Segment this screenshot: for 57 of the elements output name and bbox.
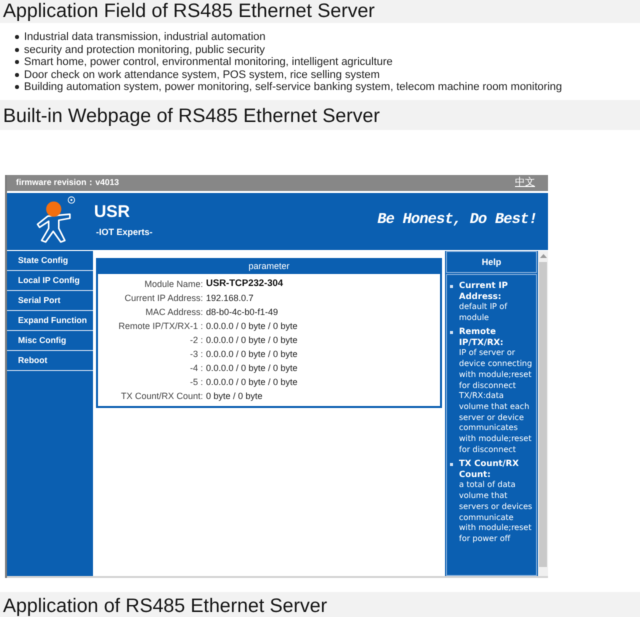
menu-item[interactable]: Reboot — [7, 351, 93, 371]
menu-item[interactable]: State Config — [7, 251, 93, 271]
scrollbar[interactable] — [538, 251, 548, 576]
list-item: Door check on work attendance system, POS system, rice selling system — [24, 68, 380, 81]
field-value: USR-TCP232-304 — [206, 277, 284, 291]
field-label: -5 : — [188, 376, 203, 389]
language-link[interactable]: 中文 — [515, 177, 535, 189]
bullet-icon — [15, 85, 19, 90]
bullet-icon — [15, 60, 19, 64]
figure-logo-icon — [36, 196, 76, 243]
menu-item[interactable]: Local IP Config — [7, 271, 93, 291]
section-heading: Application Field of RS485 Ethernet Server — [3, 0, 375, 22]
field-value: d8-b0-4c-b0-f1-49 — [206, 306, 280, 319]
brand-name: USR — [94, 202, 130, 222]
help-text: IP of server or device connecting with module;reset for disconnect TX/RX:data volume that each server or device communicates with module;reset for disconnect — [459, 348, 533, 456]
section-heading: Application of RS485 Ethernet Server — [3, 595, 328, 617]
field-value: 0.0.0.0 / 0 byte / 0 byte — [206, 376, 298, 389]
section-heading: Built-in Webpage of RS485 Ethernet Server — [3, 105, 380, 127]
help-term: Current IP Address: — [459, 281, 509, 302]
scrollbar-thumb[interactable] — [539, 262, 547, 567]
bullet-icon — [15, 48, 19, 52]
field-label: Module Name: — [143, 278, 203, 291]
field-label: -3 : — [188, 348, 203, 361]
panel-header: parameter — [98, 260, 440, 274]
menu-item[interactable]: Misc Config — [7, 331, 93, 351]
list-item: Building automation system, power monitoring, self-service banking system, telecom machine room monitoring — [24, 81, 562, 94]
brand-tagline: -IOT Experts- — [96, 227, 153, 237]
field-value: 0.0.0.0 / 0 byte / 0 byte — [206, 334, 298, 347]
list-item: Smart home, power control, environmental monitoring, intelligent agriculture — [24, 56, 393, 68]
firmware-version: firmware revision：v4013 — [16, 177, 120, 189]
list-item: Industrial data transmission, industrial automation — [24, 31, 266, 44]
field-value: 0.0.0.0 / 0 byte / 0 byte — [206, 320, 298, 333]
field-label: Remote IP/TX/RX-1 : — [117, 320, 203, 333]
field-label: MAC Address: — [144, 306, 203, 319]
field-value: 192.168.0.7 — [206, 292, 255, 305]
menu-item[interactable]: Serial Port — [7, 291, 93, 311]
help-term: TX Count/RX Count: — [459, 459, 520, 480]
bullet-icon — [450, 331, 453, 334]
help-text: a total of data volume that servers or devices communicate with module;reset for power off — [459, 480, 533, 545]
field-value: 0.0.0.0 / 0 byte / 0 byte — [206, 348, 298, 361]
bullet-icon — [450, 285, 453, 288]
field-value: 0 byte / 0 byte — [206, 390, 264, 403]
help-text: default IP of module — [459, 302, 508, 324]
help-header: Help — [446, 251, 537, 273]
menu-item[interactable]: Expand Function — [7, 311, 93, 331]
help-term: Remote IP/TX/RX: — [459, 327, 504, 348]
scroll-up-icon[interactable] — [540, 254, 546, 258]
field-label: Current IP Address: — [124, 292, 203, 305]
slogan: Be Honest, Do Best! — [377, 211, 537, 229]
field-label: -2 : — [188, 334, 203, 347]
bullet-icon — [15, 35, 19, 40]
field-label: TX Count/RX Count: — [120, 390, 203, 403]
bullet-icon — [450, 463, 453, 466]
bullet-icon — [15, 72, 19, 77]
field-label: -4 : — [188, 362, 203, 375]
list-item: security and protection monitoring, public security — [24, 44, 265, 56]
field-value: 0.0.0.0 / 0 byte / 0 byte — [206, 362, 298, 375]
